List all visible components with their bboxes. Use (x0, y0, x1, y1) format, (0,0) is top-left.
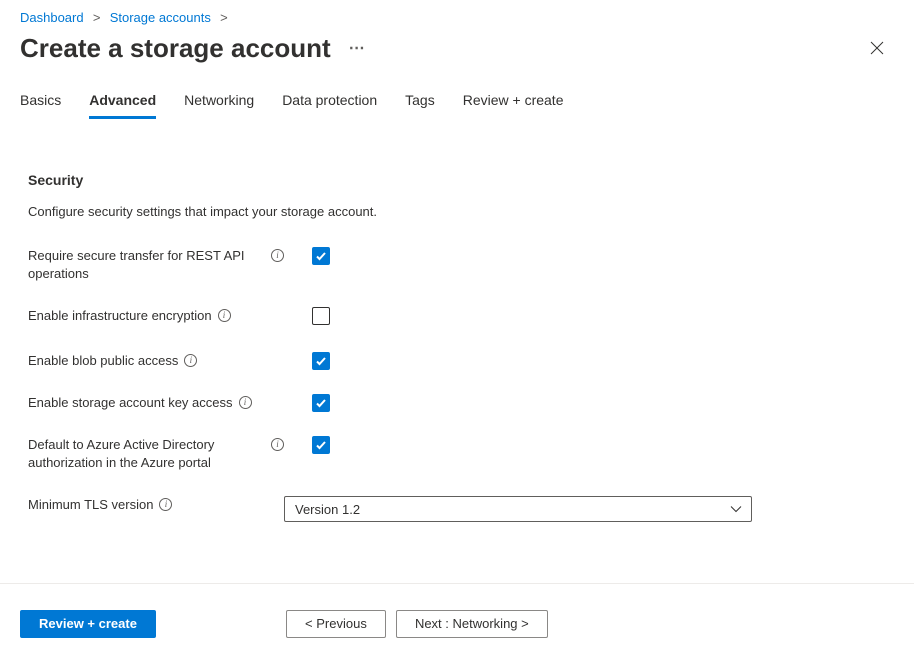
footer: Review + create < Previous Next : Networ… (0, 583, 914, 663)
tab-advanced[interactable]: Advanced (89, 92, 156, 119)
close-button[interactable] (860, 34, 894, 64)
field-key-access: Enable storage account key access i (28, 394, 894, 412)
tabs: Basics Advanced Networking Data protecti… (0, 92, 914, 119)
breadcrumb: Dashboard > Storage accounts > (0, 0, 914, 29)
checkbox-blob-public[interactable] (312, 352, 330, 370)
info-icon[interactable]: i (184, 354, 197, 367)
label-secure-transfer: Require secure transfer for REST API ope… (28, 247, 284, 283)
breadcrumb-separator: > (89, 10, 104, 25)
field-secure-transfer: Require secure transfer for REST API ope… (28, 247, 894, 283)
close-icon (870, 41, 884, 55)
label-infra-encryption: Enable infrastructure encryption i (28, 307, 284, 325)
security-heading: Security (28, 172, 894, 188)
check-icon (315, 397, 327, 409)
more-icon[interactable]: ⋯ (349, 41, 367, 57)
select-min-tls[interactable]: Version 1.2 (284, 496, 752, 522)
field-aad-default: Default to Azure Active Directory author… (28, 436, 894, 472)
check-icon (315, 250, 327, 262)
header-row: Create a storage account ⋯ (0, 29, 914, 64)
breadcrumb-link-storage-accounts[interactable]: Storage accounts (110, 10, 211, 25)
tab-review-create[interactable]: Review + create (463, 92, 564, 119)
page-title-container: Create a storage account ⋯ (20, 33, 367, 64)
info-icon[interactable]: i (159, 498, 172, 511)
field-blob-public: Enable blob public access i (28, 352, 894, 370)
form-scroll-area[interactable]: Security Configure security settings tha… (0, 148, 914, 583)
checkbox-infra-encryption[interactable] (312, 307, 330, 325)
field-min-tls: Minimum TLS version i Version 1.2 (28, 496, 894, 522)
label-blob-public: Enable blob public access i (28, 352, 284, 370)
previous-button[interactable]: < Previous (286, 610, 386, 638)
next-button[interactable]: Next : Networking > (396, 610, 548, 638)
info-icon[interactable]: i (271, 438, 284, 451)
check-icon (315, 439, 327, 451)
checkbox-secure-transfer[interactable] (312, 247, 330, 265)
info-icon[interactable]: i (239, 396, 252, 409)
review-create-button[interactable]: Review + create (20, 610, 156, 638)
label-min-tls: Minimum TLS version i (28, 496, 284, 514)
check-icon (315, 355, 327, 367)
page-title: Create a storage account (20, 33, 331, 64)
security-description: Configure security settings that impact … (28, 204, 894, 219)
info-icon[interactable]: i (271, 249, 284, 262)
checkbox-key-access[interactable] (312, 394, 330, 412)
tab-basics[interactable]: Basics (20, 92, 61, 119)
label-key-access: Enable storage account key access i (28, 394, 284, 412)
tab-tags[interactable]: Tags (405, 92, 435, 119)
label-aad-default: Default to Azure Active Directory author… (28, 436, 284, 472)
breadcrumb-separator: > (217, 10, 228, 25)
tab-data-protection[interactable]: Data protection (282, 92, 377, 119)
checkbox-aad-default[interactable] (312, 436, 330, 454)
tab-networking[interactable]: Networking (184, 92, 254, 119)
info-icon[interactable]: i (218, 309, 231, 322)
field-infra-encryption: Enable infrastructure encryption i (28, 307, 894, 328)
breadcrumb-link-dashboard[interactable]: Dashboard (20, 10, 84, 25)
